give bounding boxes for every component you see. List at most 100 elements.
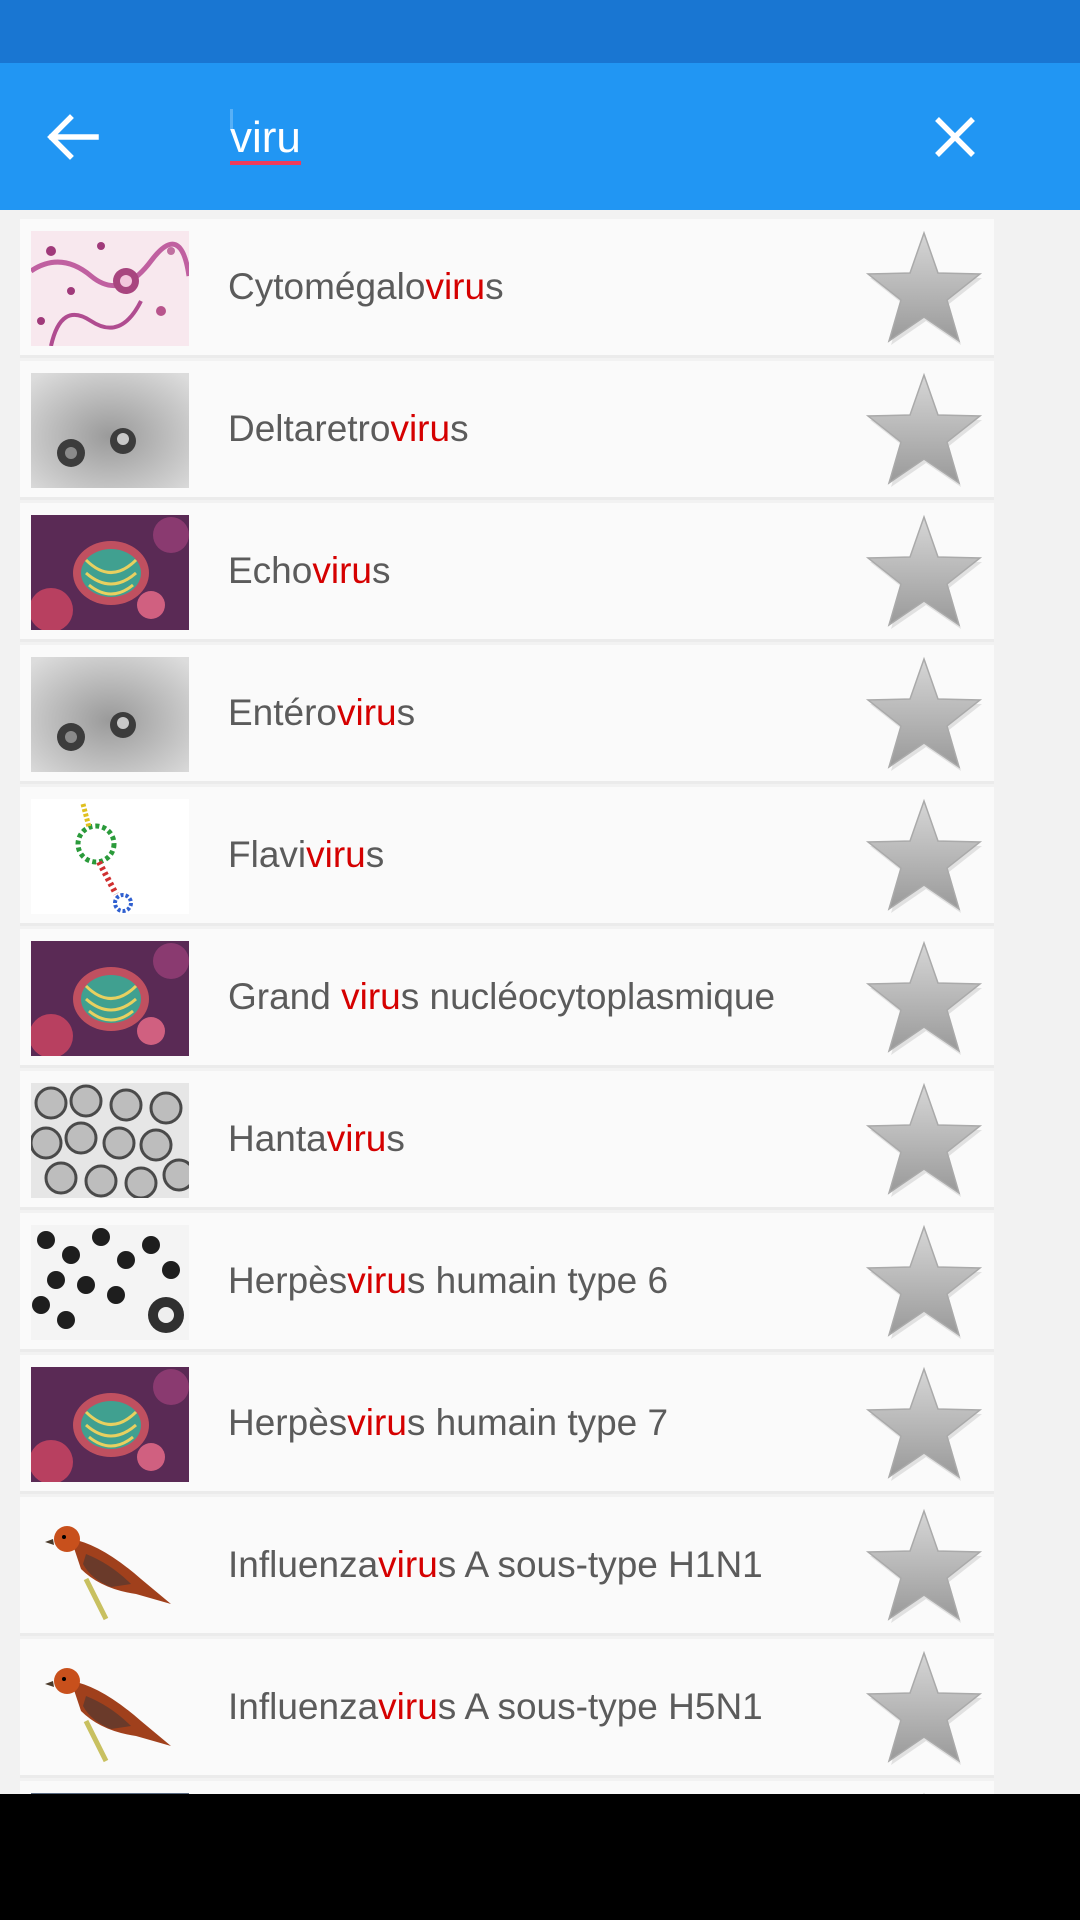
text-cursor — [230, 109, 233, 129]
clear-search-button[interactable] — [919, 101, 991, 173]
favorite-star-button[interactable] — [862, 1649, 986, 1767]
result-thumbnail — [31, 515, 189, 630]
star-outline-icon — [865, 514, 983, 629]
title-match-highlight: viru — [312, 550, 372, 591]
search-app-bar: viru — [0, 63, 1080, 210]
title-prefix: Influenza — [228, 1686, 379, 1727]
list-item[interactable]: Flavivirus — [20, 787, 994, 926]
title-suffix: s — [386, 1118, 405, 1159]
result-thumbnail — [31, 941, 189, 1056]
title-suffix: s — [365, 834, 385, 875]
star-outline-icon — [865, 230, 983, 345]
title-prefix: Grand — [228, 976, 342, 1017]
star-outline-icon — [865, 1224, 983, 1339]
title-prefix: Deltaretro — [228, 408, 391, 449]
title-match-highlight: viru — [337, 692, 397, 733]
result-title: Herpèsvirus humain type 7 — [228, 1355, 668, 1491]
result-title: Flavivirus — [228, 787, 384, 923]
favorite-star-button[interactable] — [862, 655, 986, 773]
list-item[interactable]: Entérovirus — [20, 645, 994, 784]
search-results-list[interactable]: Cytomégalovirus Deltaretrovirus Echovirus E… — [0, 210, 1080, 1794]
favorite-star-button[interactable] — [862, 939, 986, 1057]
list-item[interactable]: Influenzavirus A sous-type H5N1 — [20, 1639, 994, 1778]
star-outline-icon — [865, 1650, 983, 1765]
title-match-highlight: viru — [306, 834, 366, 875]
list-item[interactable]: Cytomégalovirus — [20, 219, 994, 358]
result-thumbnail — [31, 373, 189, 488]
favorite-star-button[interactable] — [862, 1507, 986, 1625]
list-item[interactable]: Deltaretrovirus — [20, 361, 994, 500]
title-suffix: s — [396, 692, 416, 733]
title-prefix: Entéro — [228, 692, 338, 733]
star-outline-icon — [865, 1508, 983, 1623]
list-item[interactable] — [20, 1781, 994, 1794]
title-match-highlight: viru — [326, 1118, 387, 1159]
star-outline-icon — [865, 1366, 983, 1481]
favorite-star-button[interactable] — [862, 371, 986, 489]
search-query-text: viru — [230, 103, 301, 173]
list-item[interactable]: Herpèsvirus humain type 7 — [20, 1355, 994, 1494]
list-item[interactable]: Grand virus nucléocytoplasmique — [20, 929, 994, 1068]
title-suffix: s A sous-type H1N1 — [437, 1544, 763, 1585]
result-thumbnail — [31, 231, 189, 346]
favorite-star-button[interactable] — [862, 1223, 986, 1341]
result-thumbnail — [31, 1367, 189, 1482]
result-title: Hantavirus — [228, 1071, 405, 1207]
list-item[interactable]: Herpèsvirus humain type 6 — [20, 1213, 994, 1352]
back-button[interactable] — [36, 101, 108, 173]
result-title: Grand virus nucléocytoplasmique — [228, 929, 775, 1065]
result-title: Herpèsvirus humain type 6 — [228, 1213, 668, 1349]
favorite-star-button[interactable] — [862, 1365, 986, 1483]
favorite-star-button[interactable] — [862, 513, 986, 631]
title-suffix: s — [485, 266, 504, 307]
result-thumbnail — [31, 1083, 189, 1198]
close-icon — [935, 117, 975, 157]
title-suffix: s — [371, 550, 391, 591]
search-input[interactable]: viru — [230, 103, 870, 173]
navigation-bar-area — [0, 1794, 1080, 1920]
list-item[interactable]: Influenzavirus A sous-type H1N1 — [20, 1497, 994, 1636]
arrow-back-icon — [47, 114, 99, 160]
title-match-highlight: viru — [378, 1686, 438, 1727]
list-item[interactable]: Hantavirus — [20, 1071, 994, 1210]
result-thumbnail — [31, 799, 189, 914]
list-item[interactable]: Echovirus — [20, 503, 994, 642]
star-outline-icon — [865, 656, 983, 771]
title-prefix: Herpès — [228, 1260, 348, 1301]
title-prefix: Influenza — [228, 1544, 379, 1585]
star-outline-icon — [865, 798, 983, 913]
result-thumbnail — [31, 1225, 189, 1340]
result-title: Echovirus — [228, 503, 390, 639]
result-title: Influenzavirus A sous-type H1N1 — [228, 1497, 763, 1633]
title-prefix: Echo — [228, 550, 313, 591]
star-outline-icon — [865, 1082, 983, 1197]
favorite-star-button[interactable] — [862, 1081, 986, 1199]
favorite-star-button[interactable] — [862, 797, 986, 915]
title-match-highlight: viru — [347, 1260, 407, 1301]
title-match-highlight: viru — [390, 408, 451, 449]
title-suffix: s nucléocytoplasmique — [400, 976, 776, 1017]
result-title: Deltaretrovirus — [228, 361, 469, 497]
title-suffix: s humain type 7 — [406, 1402, 669, 1443]
title-prefix: Flavi — [228, 834, 307, 875]
title-match-highlight: viru — [347, 1402, 407, 1443]
title-match-highlight: viru — [341, 976, 401, 1017]
title-match-highlight: viru — [425, 266, 486, 307]
star-outline-icon — [865, 940, 983, 1055]
result-title: Influenzavirus A sous-type H5N1 — [228, 1639, 763, 1775]
result-thumbnail — [31, 657, 189, 772]
result-thumbnail — [31, 1651, 189, 1766]
title-suffix: s — [450, 408, 469, 449]
status-bar — [0, 0, 1080, 63]
title-prefix: Hanta — [228, 1118, 327, 1159]
title-prefix: Cytomégalo — [228, 266, 426, 307]
favorite-star-button[interactable] — [862, 229, 986, 347]
title-match-highlight: viru — [378, 1544, 438, 1585]
result-title: Entérovirus — [228, 645, 415, 781]
title-suffix: s A sous-type H5N1 — [437, 1686, 763, 1727]
result-title: Cytomégalovirus — [228, 219, 504, 355]
title-prefix: Herpès — [228, 1402, 348, 1443]
title-suffix: s humain type 6 — [406, 1260, 669, 1301]
result-thumbnail — [31, 1509, 189, 1624]
star-outline-icon — [865, 372, 983, 487]
